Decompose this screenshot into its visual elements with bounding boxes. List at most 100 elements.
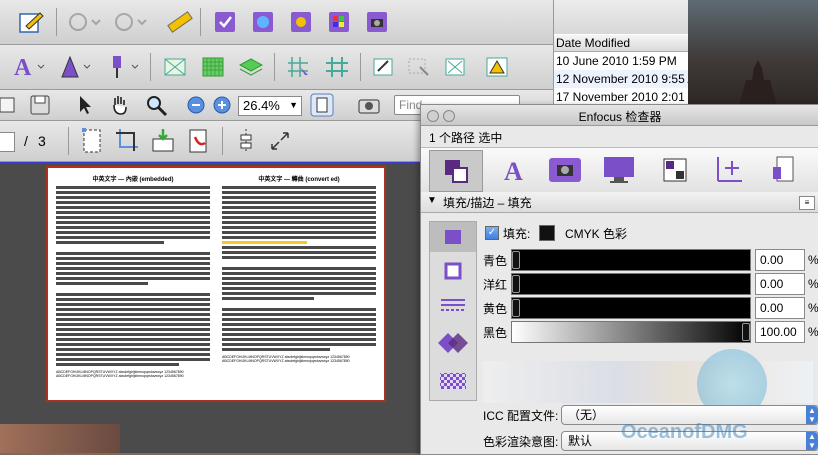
insert-page-icon[interactable] [150,127,176,155]
gear-icon[interactable] [288,10,314,34]
fill-color-swatch[interactable] [539,225,555,241]
image-warning-icon[interactable] [484,53,510,81]
edit-document-icon[interactable] [18,10,44,34]
svg-text:A: A [504,157,523,184]
desktop-background [688,0,818,110]
tab-document[interactable] [599,150,639,190]
inspector-title: Enfocus 检查器 [578,110,662,124]
zoom-in-icon[interactable] [212,95,232,115]
zoom-field[interactable]: 26.4% ▼ [238,96,302,116]
slider-thumb[interactable] [512,251,520,269]
channel-slider[interactable] [511,297,751,319]
file-list-topbar [554,0,689,34]
page-box-icon[interactable] [80,127,104,155]
percent-unit: % [808,277,818,291]
ruler-icon[interactable] [166,10,194,34]
right-column: 中英文字 — 轉曲 (convert ed) ABCDEFGHIJKLMNOPQ… [222,174,376,394]
line-style-button[interactable] [430,290,476,320]
channel-value-field[interactable]: 0.00 [755,297,805,319]
stepper-icon: ▲ ▼ [806,432,818,450]
svg-text:A: A [14,55,32,81]
checklist-icon[interactable] [212,10,238,34]
expand-arrows-icon[interactable] [268,127,292,155]
image-frame-icon[interactable] [162,53,188,81]
render-intent-label: 色彩渲染意图: [483,435,559,449]
redo-icon[interactable] [112,10,148,34]
right-footer-2: ABCDEFGHIJKLMNOPQRSTUVWXYZ abcdefghijklm… [222,359,350,363]
zoom-out-icon[interactable] [186,95,206,115]
channel-label: 青色 [483,254,508,268]
snapshot-camera-icon[interactable] [356,93,382,117]
pdf-page[interactable]: 中英文字 — 內嵌 (embedded) ABCDEFGHIJKLMNOPQRS… [46,166,386,402]
fit-frame-icon[interactable] [442,53,468,81]
slider-thumb[interactable] [742,323,750,341]
file-row[interactable]: 12 November 2010 9:55 AM [554,70,705,88]
globe-icon[interactable] [250,10,276,34]
select-arrow-box-icon[interactable] [406,53,432,81]
icc-label: ICC 配置文件: [483,409,559,423]
inspector-titlebar[interactable]: Enfocus 检查器 [421,105,818,126]
page-separator: / [24,133,28,149]
stepper-icon: ▲ ▼ [806,406,818,424]
inspector-tabs: A [421,147,818,193]
landmark-silhouette [738,60,778,110]
pen-tool-icon[interactable] [56,53,92,81]
section-menu-icon[interactable]: ≡ [799,196,815,210]
overprint-button[interactable] [430,326,476,360]
crop-pen-icon[interactable] [370,53,396,81]
percent-unit: % [808,253,818,267]
tab-image[interactable] [545,150,585,190]
layers-icon[interactable] [238,53,264,81]
channel-slider[interactable] [511,249,751,271]
file-row[interactable]: 10 June 2010 1:59 PM [554,52,689,70]
fill-mode-button[interactable] [430,222,476,252]
tab-separations[interactable] [655,150,695,190]
single-page-icon[interactable] [310,93,334,117]
tab-text[interactable]: A [493,150,533,190]
grid-select-icon[interactable] [286,53,312,81]
slider-thumb[interactable] [512,275,520,293]
page-number-input[interactable] [0,132,15,152]
section-header[interactable]: ▼ 填充/描边 – 填充 ≡ [421,192,818,213]
slider-thumb[interactable] [512,299,520,317]
hand-tool-icon[interactable] [108,93,132,117]
window-tile-icon[interactable] [0,93,18,117]
channel-label: 洋红 [483,278,508,292]
chevron-down-icon[interactable]: ▼ [289,100,298,110]
align-icon[interactable] [236,127,256,155]
icc-value: （无） [568,408,605,422]
date-modified-header[interactable]: Date Modified [554,35,691,52]
transparency-button[interactable] [430,366,476,396]
left-column-title: 中英文字 — 內嵌 (embedded) [92,177,174,183]
selection-status: 1 个路径 选中 [429,131,503,145]
toolbar-row-1 [0,0,553,45]
color-swatches-icon[interactable] [326,10,352,34]
crop-page-icon[interactable] [114,127,140,155]
left-column: 中英文字 — 內嵌 (embedded) ABCDEFGHIJKLMNOPQRS… [56,174,210,394]
channel-slider[interactable] [511,321,751,343]
stroke-mode-button[interactable] [430,256,476,286]
channel-value-field[interactable]: 0.00 [755,273,805,295]
desktop-strip [0,424,120,453]
channel-value-field[interactable]: 100.00 [755,321,805,343]
undo-icon[interactable] [66,10,102,34]
channel-label: 黄色 [483,302,508,316]
pdf-export-icon[interactable] [186,127,212,155]
tab-fill-stroke[interactable] [429,150,483,192]
camera-icon[interactable] [364,10,390,34]
shape-tool-icon[interactable] [104,53,140,81]
disclosure-triangle-icon[interactable]: ▼ [427,195,437,206]
grid-icon[interactable] [324,53,350,81]
channel-value-field[interactable]: 0.00 [755,249,805,271]
channel-slider[interactable] [511,273,751,295]
save-icon[interactable] [28,93,54,117]
fill-checkbox[interactable]: ✓ [485,226,499,240]
toolbar-row-2: A [0,45,553,90]
fill-color-mode: CMYK 色彩 [565,227,628,241]
zoom-tool-icon[interactable] [144,93,170,117]
arrow-select-icon[interactable] [74,93,98,117]
tab-info[interactable] [763,150,803,190]
tab-position[interactable] [709,150,749,190]
text-tool-icon[interactable]: A [10,53,46,81]
pattern-fill-icon[interactable] [200,53,226,81]
